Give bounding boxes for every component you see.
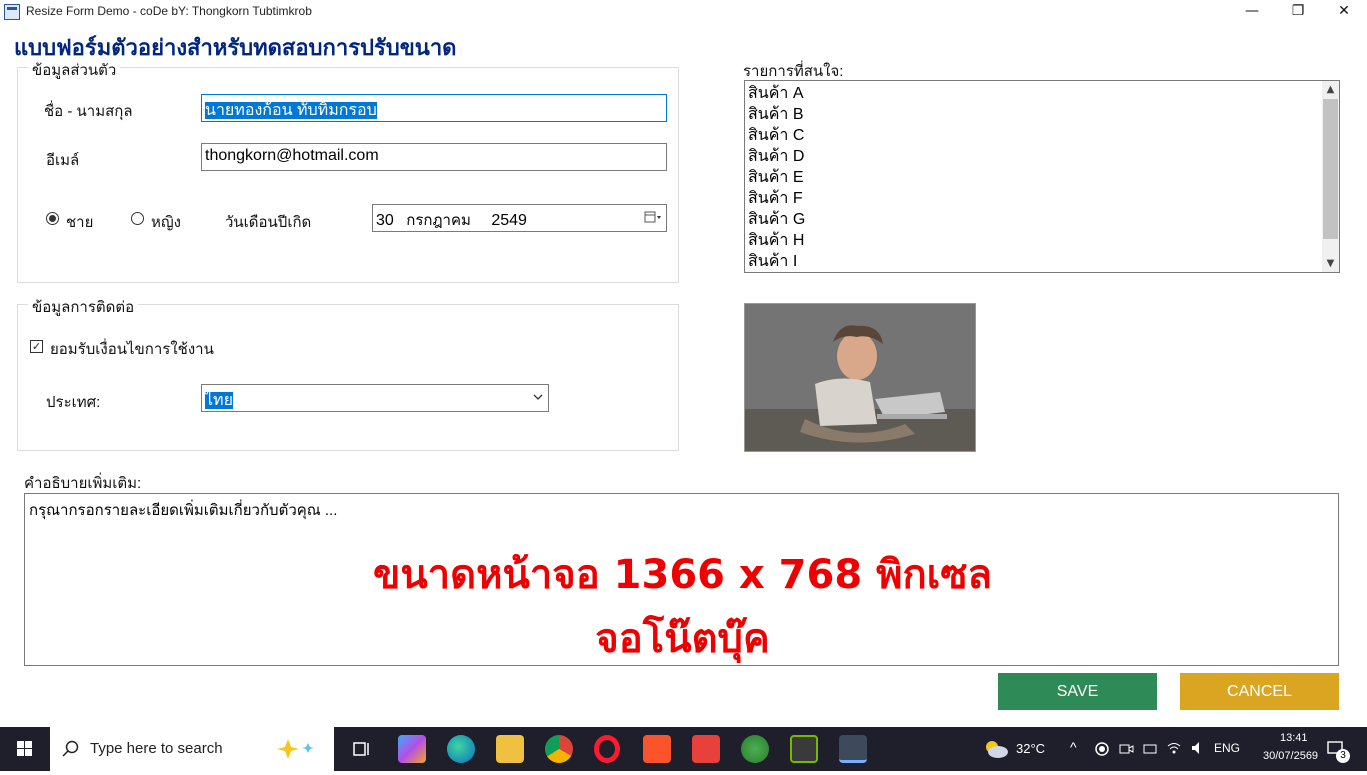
- list-item[interactable]: สินค้า A: [748, 83, 805, 104]
- country-label: ประเทศ:: [46, 394, 101, 411]
- weather-icon[interactable]: [982, 739, 1010, 759]
- list-item[interactable]: สินค้า H: [748, 230, 805, 251]
- email-field[interactable]: thongkorn@hotmail.com: [201, 143, 667, 171]
- language-indicator[interactable]: ENG: [1214, 741, 1240, 755]
- list-item[interactable]: สินค้า G: [748, 209, 805, 230]
- camera-icon[interactable]: [1118, 741, 1134, 757]
- opera-browser-icon[interactable]: [594, 735, 620, 763]
- scroll-thumb[interactable]: [1323, 99, 1338, 239]
- name-field-value: นายทองก้อน ทับทิมกรอบ: [205, 102, 377, 119]
- minimize-button[interactable]: —: [1229, 0, 1275, 24]
- anydesk-icon[interactable]: [692, 735, 720, 763]
- accept-terms-checkbox[interactable]: ✓: [30, 340, 43, 353]
- list-item[interactable]: สินค้า D: [748, 146, 805, 167]
- birthdate-picker[interactable]: 30 กรกฎาคม 2549: [372, 204, 667, 232]
- profile-photo: [744, 303, 976, 452]
- resize-form-app-icon[interactable]: [839, 735, 867, 763]
- scroll-up-icon[interactable]: ▲: [1322, 81, 1339, 98]
- male-label: ชาย: [66, 214, 94, 231]
- list-item[interactable]: สินค้า F: [748, 188, 805, 209]
- window-title: Resize Form Demo - coDe bY: Thongkorn Tu…: [26, 4, 312, 18]
- personal-info-group-title: ข้อมูลส่วนตัว: [28, 58, 121, 82]
- clock-date[interactable]: 30/07/2569: [1263, 750, 1318, 762]
- copilot-icon[interactable]: [398, 735, 426, 763]
- list-item[interactable]: สินค้า I: [748, 251, 805, 272]
- chrome-profile-icon[interactable]: [741, 735, 769, 763]
- network-icon[interactable]: [1142, 741, 1160, 757]
- description-textarea[interactable]: กรุณากรอกรายละเอียดเพิ่มเติมเกี่ยวกับตัว…: [24, 493, 1339, 666]
- list-item[interactable]: สินค้า C: [748, 125, 805, 146]
- chrome-browser-icon[interactable]: [545, 735, 573, 763]
- save-button[interactable]: SAVE: [998, 673, 1157, 710]
- taskbar: Type here to search 32°C ^ ENG 13:41 30/…: [0, 727, 1367, 771]
- email-label: อีเมล์: [46, 152, 80, 169]
- birth-year: 2549: [491, 212, 527, 229]
- name-field[interactable]: นายทองก้อน ทับทิมกรอบ: [201, 94, 667, 122]
- email-field-value: thongkorn@hotmail.com: [205, 147, 379, 164]
- file-explorer-icon[interactable]: [496, 735, 524, 763]
- birthdate-label: วันเดือนปีเกิด: [225, 214, 312, 231]
- interests-listbox[interactable]: สินค้า A สินค้า B สินค้า C สินค้า D สินค…: [744, 80, 1340, 273]
- list-item[interactable]: สินค้า B: [748, 104, 805, 125]
- list-item[interactable]: สินค้า E: [748, 167, 805, 188]
- female-radio[interactable]: [131, 212, 144, 225]
- brave-browser-icon[interactable]: [643, 735, 671, 763]
- search-placeholder: Type here to search: [90, 740, 223, 757]
- country-select[interactable]: ไทย: [201, 384, 549, 412]
- listbox-scrollbar[interactable]: ▲ ▼: [1322, 81, 1339, 272]
- search-icon: [62, 740, 79, 757]
- start-button[interactable]: [0, 727, 50, 771]
- nvidia-icon[interactable]: [790, 735, 818, 763]
- cancel-button[interactable]: CANCEL: [1180, 673, 1339, 710]
- description-text: กรุณากรอกรายละเอียดเพิ่มเติมเกี่ยวกับตัว…: [29, 502, 338, 519]
- wifi-icon[interactable]: [1166, 740, 1182, 756]
- copilot-sparkle-icon: [277, 739, 314, 759]
- title-bar: Resize Form Demo - coDe bY: Thongkorn Tu…: [0, 0, 1367, 24]
- country-select-value: ไทย: [205, 392, 233, 409]
- app-icon: [4, 4, 20, 20]
- contact-info-group-title: ข้อมูลการติดต่อ: [28, 295, 139, 319]
- restore-button[interactable]: ❐: [1275, 0, 1321, 24]
- task-view-icon[interactable]: [348, 735, 376, 763]
- notebook-caption: จอโน๊ตบุ๊ค: [595, 616, 770, 662]
- male-radio[interactable]: [46, 212, 59, 225]
- accept-terms-label: ยอมรับเงื่อนไขการใช้งาน: [50, 341, 214, 358]
- birth-day: 30: [376, 212, 394, 229]
- speaker-icon[interactable]: [1190, 740, 1206, 756]
- chevron-up-icon[interactable]: ^: [1070, 739, 1077, 755]
- clock-time[interactable]: 13:41: [1280, 732, 1308, 744]
- windows-logo-icon: [17, 741, 32, 756]
- name-label: ชื่อ - นามสกุล: [44, 103, 133, 120]
- weather-temperature[interactable]: 32°C: [1016, 741, 1045, 756]
- scroll-down-icon[interactable]: ▼: [1322, 255, 1339, 272]
- notification-badge: 3: [1336, 749, 1350, 763]
- screen-size-caption: ขนาดหน้าจอ 1366 x 768 พิกเซล: [372, 552, 992, 598]
- record-icon[interactable]: [1094, 741, 1110, 757]
- birth-month: กรกฎาคม: [406, 212, 471, 229]
- description-label: คำอธิบายเพิ่มเติม:: [24, 475, 142, 492]
- calendar-icon[interactable]: [644, 209, 662, 225]
- chevron-down-icon[interactable]: [532, 389, 544, 410]
- taskbar-search[interactable]: Type here to search: [50, 727, 334, 771]
- close-button[interactable]: ✕: [1321, 0, 1367, 24]
- contact-info-group: ข้อมูลการติดต่อ: [17, 295, 679, 451]
- female-label: หญิง: [151, 214, 181, 231]
- edge-browser-icon[interactable]: [447, 735, 475, 763]
